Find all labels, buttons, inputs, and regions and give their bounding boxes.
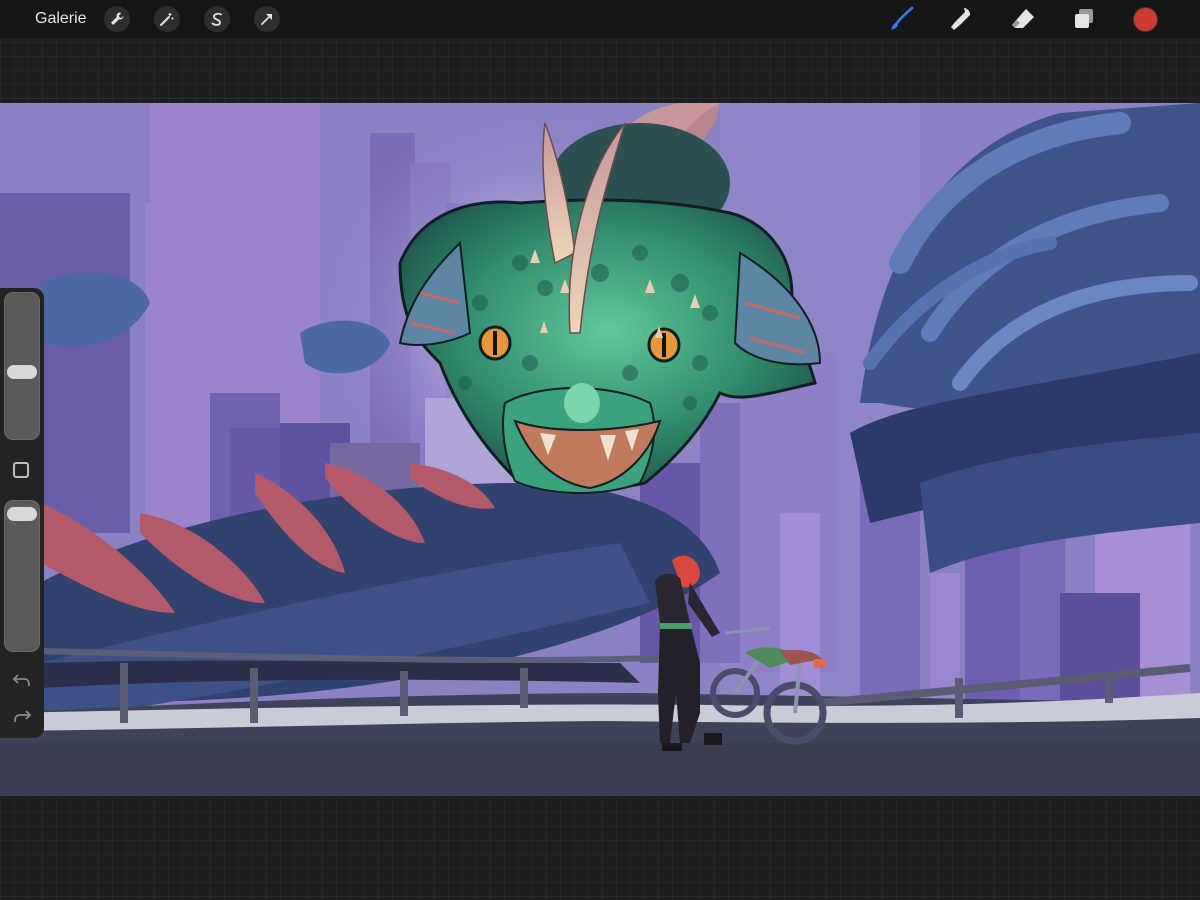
layers-button[interactable] xyxy=(1069,4,1099,34)
brush-size-thumb[interactable] xyxy=(7,365,37,380)
redo-button[interactable] xyxy=(11,706,33,728)
actions-button[interactable] xyxy=(104,6,130,32)
eyedropper-modify-button[interactable] xyxy=(13,462,29,478)
brush-size-slider[interactable] xyxy=(4,292,40,440)
opacity-thumb[interactable] xyxy=(7,506,37,521)
color-picker-button[interactable] xyxy=(1133,7,1158,32)
layers-icon xyxy=(1075,9,1093,28)
brush-tool-button[interactable] xyxy=(887,4,917,34)
selection-button[interactable] xyxy=(204,6,230,32)
wrench-icon xyxy=(111,12,124,25)
opacity-slider[interactable] xyxy=(4,500,40,652)
smudge-tool-button[interactable] xyxy=(947,4,977,34)
brush-icon xyxy=(891,6,914,30)
drawing-canvas[interactable] xyxy=(0,103,1200,796)
left-sidebar xyxy=(0,288,44,738)
artwork-dragon-city xyxy=(0,103,1200,796)
redo-icon xyxy=(14,710,32,722)
top-toolbar: Galerie xyxy=(0,0,1200,38)
gallery-button[interactable]: Galerie xyxy=(35,10,87,28)
smudge-icon xyxy=(951,8,971,30)
transform-arrow-icon xyxy=(261,14,272,25)
selection-icon xyxy=(211,12,222,26)
undo-icon xyxy=(12,674,30,686)
eraser-icon xyxy=(1012,9,1034,28)
eraser-tool-button[interactable] xyxy=(1008,4,1038,34)
transform-button[interactable] xyxy=(254,6,280,32)
adjustments-button[interactable] xyxy=(154,6,180,32)
undo-button[interactable] xyxy=(11,670,33,692)
magic-wand-icon xyxy=(160,13,174,26)
